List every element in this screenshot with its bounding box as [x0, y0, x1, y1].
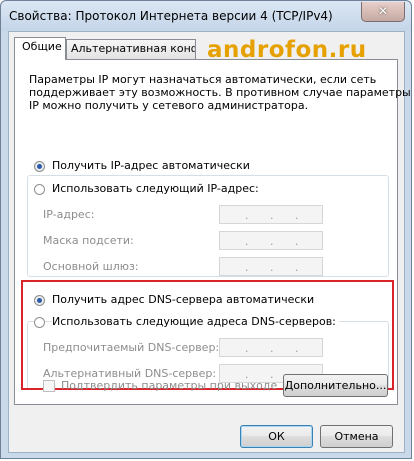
- close-button[interactable]: ✕: [361, 2, 405, 22]
- radio-ip-auto[interactable]: [34, 161, 45, 172]
- tab-panel-general: Параметры IP могут назначаться автоматич…: [14, 59, 411, 405]
- confirm-on-exit-label[interactable]: Подтвердить параметры при выходе: [61, 379, 277, 392]
- radio-ip-manual-label[interactable]: Использовать следующий IP-адрес:: [52, 182, 262, 195]
- subnet-mask-label: Маска подсети:: [43, 234, 134, 247]
- dialog-window: Свойства: Протокол Интернета версии 4 (T…: [0, 0, 412, 459]
- cancel-button[interactable]: Отмена: [320, 425, 393, 448]
- subnet-mask-field[interactable]: ...: [219, 231, 323, 250]
- gateway-label: Основной шлюз:: [43, 260, 139, 273]
- tab-general[interactable]: Общие: [14, 37, 66, 60]
- ok-button[interactable]: ОК: [240, 425, 313, 448]
- tab-alternative-config[interactable]: Альтернативная конфигурация: [66, 39, 196, 59]
- advanced-button[interactable]: Дополнительно...: [283, 374, 388, 397]
- window-title: Свойства: Протокол Интернета версии 4 (T…: [9, 9, 333, 23]
- dialog-client: Общие Альтернативная конфигурация androf…: [8, 31, 411, 453]
- confirm-on-exit-checkbox[interactable]: [43, 380, 55, 392]
- watermark: androfon.ru: [207, 37, 367, 63]
- ip-address-field[interactable]: ...: [219, 205, 323, 224]
- description: Параметры IP могут назначаться автоматич…: [29, 73, 411, 112]
- description-line: Параметры IP могут назначаться автоматич…: [29, 73, 377, 86]
- ip-address-label: IP-адрес:: [43, 208, 95, 221]
- title-bar: Свойства: Протокол Интернета версии 4 (T…: [1, 1, 411, 31]
- gateway-field[interactable]: ...: [219, 257, 323, 276]
- radio-ip-auto-label[interactable]: Получить IP-адрес автоматически: [52, 159, 250, 172]
- radio-ip-manual[interactable]: [34, 184, 45, 195]
- close-icon: ✕: [377, 4, 389, 18]
- description-line: IP можно получить у сетевого администрат…: [29, 99, 309, 112]
- description-line: поддерживает эту возможность. В противно…: [29, 86, 411, 99]
